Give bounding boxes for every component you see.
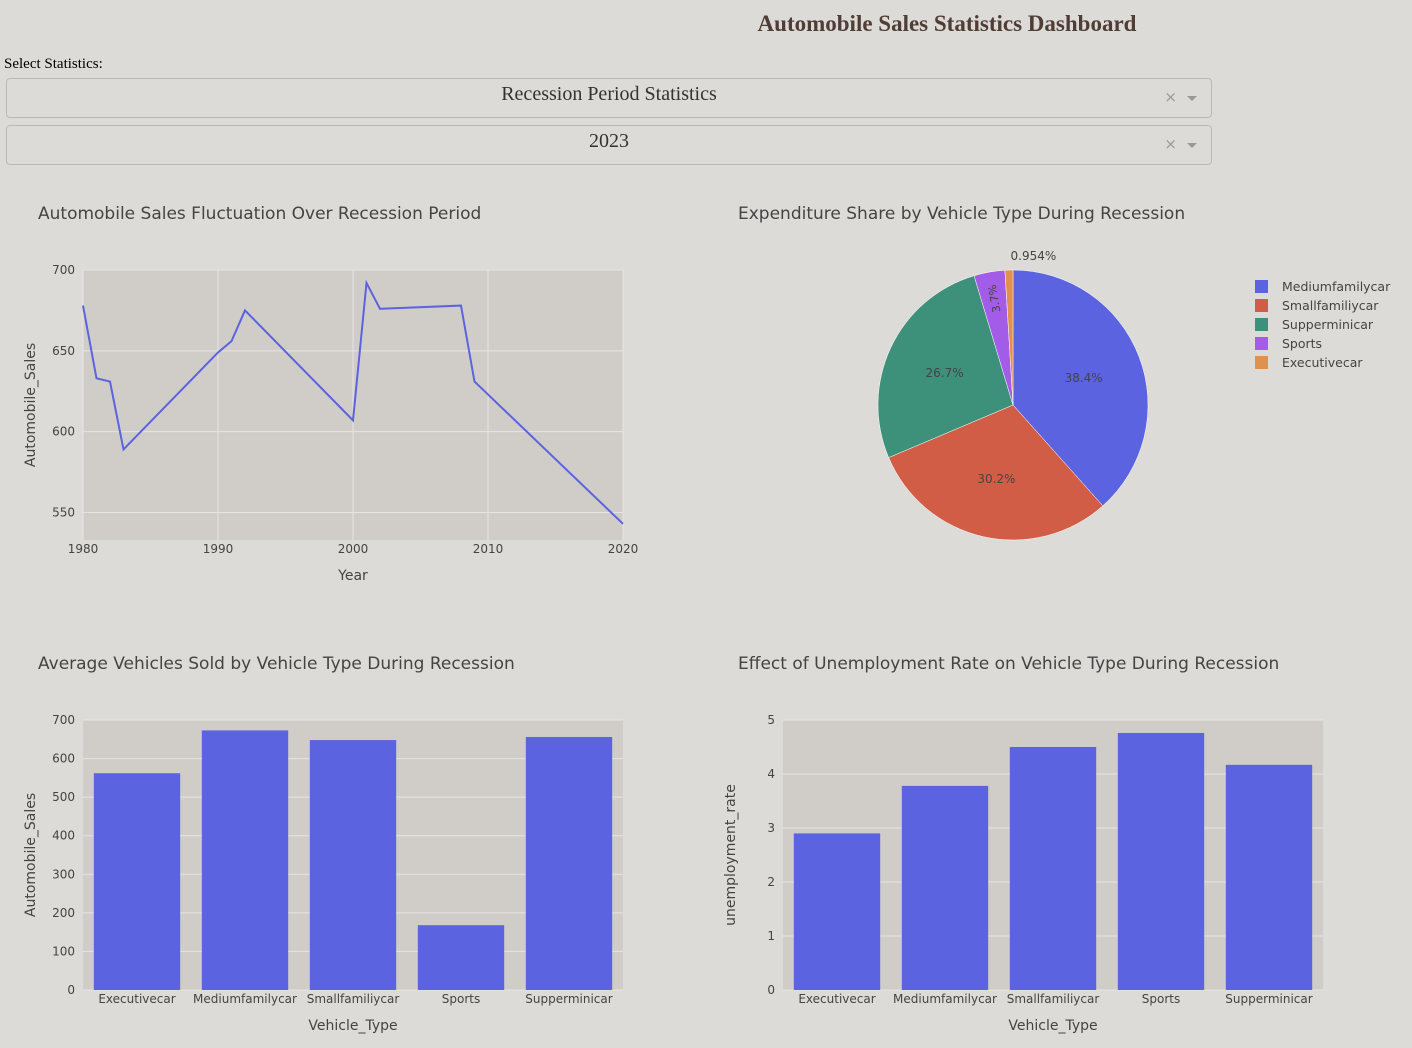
pie-chart-title: Expenditure Share by Vehicle Type During… [738,204,1186,224]
x-tick-label: Smallfamiliycar [1007,992,1100,1006]
y-tick-label: 5 [767,713,775,727]
bar [901,785,989,990]
bar [793,833,881,990]
legend-swatch [1255,299,1268,312]
x-tick-label: Executivecar [798,992,875,1006]
legend-label: Mediumfamilycar [1282,279,1391,294]
pie-slice-label: 0.954% [1011,249,1057,263]
legend-item[interactable]: Sports [1255,334,1390,353]
pie-slice-label: 26.7% [926,366,964,380]
y-tick-label: 700 [52,263,75,277]
y-axis-label: unemployment_rate [723,784,739,926]
dashboard-title: Automobile Sales Statistics Dashboard [757,11,1137,36]
line-chart-title: Automobile Sales Fluctuation Over Recess… [38,204,482,224]
legend-item[interactable]: Supperminicar [1255,315,1390,334]
x-axis-label: Year [337,568,368,584]
legend-item[interactable]: Executivecar [1255,353,1390,372]
select-statistics-label: Select Statistics: [4,56,103,72]
legend-label: Smallfamiliycar [1282,298,1379,313]
x-tick-label: Supperminicar [525,992,612,1006]
y-tick-label: 2 [767,875,775,889]
sales-bar-chart: 0 100 200 300 400 500 600 700 Executivecar Medium… [23,713,623,1034]
bar [1117,732,1205,990]
y-tick-label: 700 [52,713,75,727]
unemployment-bar-chart: 0 1 2 3 4 5 Executivecar Mediumfamilycar Smallfa… [723,713,1323,1034]
bar [309,740,397,990]
legend-label: Executivecar [1282,355,1363,370]
y-tick-label: 300 [52,867,75,881]
x-tick-label: Smallfamiliycar [307,992,400,1006]
statistics-dropdown[interactable]: Recession Period Statistics × [6,78,1212,118]
y-tick-label: 100 [52,944,75,958]
pie-legend: Mediumfamilycar Smallfamiliycar Suppermini… [1255,277,1390,372]
x-axis-label: Vehicle_Type [1008,1018,1097,1034]
x-tick-label: 1980 [68,542,99,556]
pie-slice-label: 38.4% [1065,371,1103,385]
y-axis-label: Automobile_Sales [23,793,39,917]
y-tick-label: 550 [52,506,75,520]
clear-icon[interactable]: × [1164,88,1177,106]
y-tick-label: 500 [52,790,75,804]
legend-swatch [1255,356,1268,369]
y-tick-label: 600 [52,752,75,766]
statistics-dropdown-value: Recession Period Statistics [501,83,717,105]
x-tick-label: 2020 [608,542,639,556]
year-dropdown-value: 2023 [589,130,629,152]
x-tick-label: 2000 [338,542,369,556]
x-axis-label: Vehicle_Type [308,1018,397,1034]
y-tick-label: 0 [767,983,775,997]
x-tick-label: 2010 [473,542,504,556]
legend-item[interactable]: Smallfamiliycar [1255,296,1390,315]
y-tick-label: 650 [52,344,75,358]
bar [417,925,505,990]
bar [201,730,289,990]
pie-slice-label: 30.2% [977,472,1015,486]
legend-label: Sports [1282,336,1323,351]
x-tick-label: Sports [1142,992,1180,1006]
y-tick-label: 200 [52,906,75,920]
x-tick-label: Executivecar [98,992,175,1006]
line-chart: 550 600 650 700 1980 1990 2000 2010 2020 Year Auto… [23,263,639,584]
y-tick-label: 600 [52,425,75,439]
legend-swatch [1255,280,1268,293]
x-tick-label: Mediumfamilycar [193,992,297,1006]
bar [525,736,613,990]
legend-label: Supperminicar [1282,317,1374,332]
y-tick-label: 0 [67,983,75,997]
x-tick-label: Sports [442,992,480,1006]
chevron-down-icon[interactable] [1187,96,1197,101]
legend-swatch [1255,337,1268,350]
unemployment-bar-chart-title: Effect of Unemployment Rate on Vehicle T… [738,654,1280,674]
legend-swatch [1255,318,1268,331]
y-axis-label: Automobile_Sales [23,343,39,467]
legend-item[interactable]: Mediumfamilycar [1255,277,1390,296]
chevron-down-icon[interactable] [1187,143,1197,148]
bar [1225,764,1313,990]
clear-icon[interactable]: × [1164,135,1177,153]
y-tick-label: 4 [767,767,775,781]
bar [93,773,181,990]
x-tick-label: 1990 [203,542,234,556]
bar [1009,747,1097,990]
x-tick-label: Supperminicar [1225,992,1312,1006]
year-dropdown[interactable]: 2023 × [6,125,1212,165]
x-tick-label: Mediumfamilycar [893,992,997,1006]
sales-bar-chart-title: Average Vehicles Sold by Vehicle Type Du… [38,654,515,674]
y-tick-label: 3 [767,821,775,835]
pie-chart: 38.4%30.2%26.7%3.7%0.954% [877,249,1149,541]
y-tick-label: 1 [767,929,775,943]
y-tick-label: 400 [52,829,75,843]
